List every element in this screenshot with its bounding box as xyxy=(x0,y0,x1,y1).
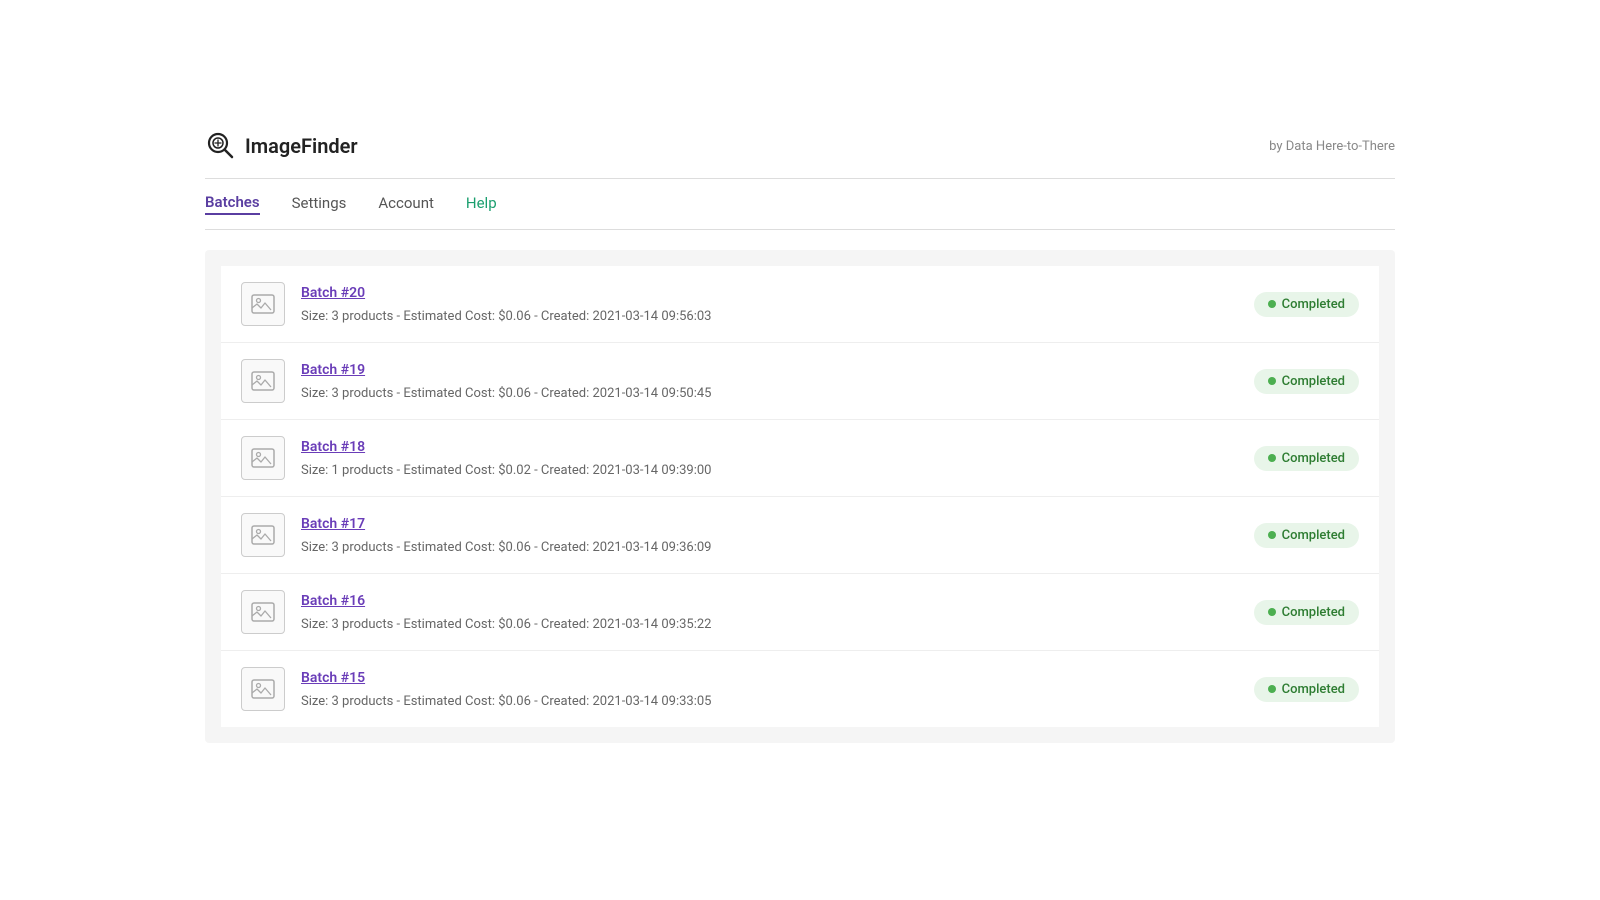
image-placeholder-icon xyxy=(250,368,276,394)
status-badge: Completed xyxy=(1254,369,1359,394)
batch-list: Batch #20 Size: 3 products - Estimated C… xyxy=(221,266,1379,727)
batch-icon xyxy=(241,359,285,403)
batch-details: Size: 3 products - Estimated Cost: $0.06… xyxy=(301,540,711,555)
status-dot xyxy=(1268,377,1276,385)
status-badge: Completed xyxy=(1254,446,1359,471)
batch-item: Batch #20 Size: 3 products - Estimated C… xyxy=(221,266,1379,343)
app-byline: by Data Here-to-There xyxy=(1269,139,1395,154)
status-label: Completed xyxy=(1282,528,1345,543)
image-placeholder-icon xyxy=(250,676,276,702)
nav-settings[interactable]: Settings xyxy=(292,194,347,214)
logo-icon xyxy=(205,130,237,162)
status-label: Completed xyxy=(1282,605,1345,620)
batch-item: Batch #17 Size: 3 products - Estimated C… xyxy=(221,497,1379,574)
logo-area: ImageFinder xyxy=(205,130,358,162)
status-label: Completed xyxy=(1282,374,1345,389)
batch-details: Size: 3 products - Estimated Cost: $0.06… xyxy=(301,309,711,324)
batch-item: Batch #19 Size: 3 products - Estimated C… xyxy=(221,343,1379,420)
status-label: Completed xyxy=(1282,297,1345,312)
batch-icon xyxy=(241,436,285,480)
batch-details: Size: 3 products - Estimated Cost: $0.06… xyxy=(301,617,711,632)
main-content: Batch #20 Size: 3 products - Estimated C… xyxy=(205,250,1395,743)
batch-info: Batch #16 Size: 3 products - Estimated C… xyxy=(301,593,1238,632)
status-badge: Completed xyxy=(1254,600,1359,625)
main-nav: Batches Settings Account Help xyxy=(0,179,1600,229)
status-label: Completed xyxy=(1282,682,1345,697)
status-label: Completed xyxy=(1282,451,1345,466)
batch-icon xyxy=(241,513,285,557)
app-title: ImageFinder xyxy=(245,134,358,158)
status-dot xyxy=(1268,454,1276,462)
status-badge: Completed xyxy=(1254,677,1359,702)
batch-item: Batch #15 Size: 3 products - Estimated C… xyxy=(221,651,1379,727)
nav-divider xyxy=(205,229,1395,230)
batch-details: Size: 3 products - Estimated Cost: $0.06… xyxy=(301,386,711,401)
app-header: ImageFinder by Data Here-to-There xyxy=(0,130,1600,178)
image-placeholder-icon xyxy=(250,522,276,548)
batch-info: Batch #15 Size: 3 products - Estimated C… xyxy=(301,670,1238,709)
status-dot xyxy=(1268,531,1276,539)
batch-info: Batch #20 Size: 3 products - Estimated C… xyxy=(301,285,1238,324)
batch-icon xyxy=(241,667,285,711)
batch-details: Size: 1 products - Estimated Cost: $0.02… xyxy=(301,463,711,478)
batch-icon xyxy=(241,282,285,326)
batch-info: Batch #19 Size: 3 products - Estimated C… xyxy=(301,362,1238,401)
batch-name[interactable]: Batch #19 xyxy=(301,362,1238,378)
batch-item: Batch #18 Size: 1 products - Estimated C… xyxy=(221,420,1379,497)
status-badge: Completed xyxy=(1254,292,1359,317)
status-dot xyxy=(1268,300,1276,308)
batch-name[interactable]: Batch #16 xyxy=(301,593,1238,609)
batch-name[interactable]: Batch #15 xyxy=(301,670,1238,686)
status-badge: Completed xyxy=(1254,523,1359,548)
image-placeholder-icon xyxy=(250,445,276,471)
status-dot xyxy=(1268,685,1276,693)
batch-item: Batch #16 Size: 3 products - Estimated C… xyxy=(221,574,1379,651)
batch-name[interactable]: Batch #18 xyxy=(301,439,1238,455)
batch-icon xyxy=(241,590,285,634)
image-placeholder-icon xyxy=(250,291,276,317)
nav-account[interactable]: Account xyxy=(378,194,434,214)
batch-info: Batch #18 Size: 1 products - Estimated C… xyxy=(301,439,1238,478)
batch-info: Batch #17 Size: 3 products - Estimated C… xyxy=(301,516,1238,555)
batch-details: Size: 3 products - Estimated Cost: $0.06… xyxy=(301,694,711,709)
batch-name[interactable]: Batch #17 xyxy=(301,516,1238,532)
image-placeholder-icon xyxy=(250,599,276,625)
batch-name[interactable]: Batch #20 xyxy=(301,285,1238,301)
status-dot xyxy=(1268,608,1276,616)
nav-help[interactable]: Help xyxy=(466,194,497,214)
nav-batches[interactable]: Batches xyxy=(205,193,260,215)
